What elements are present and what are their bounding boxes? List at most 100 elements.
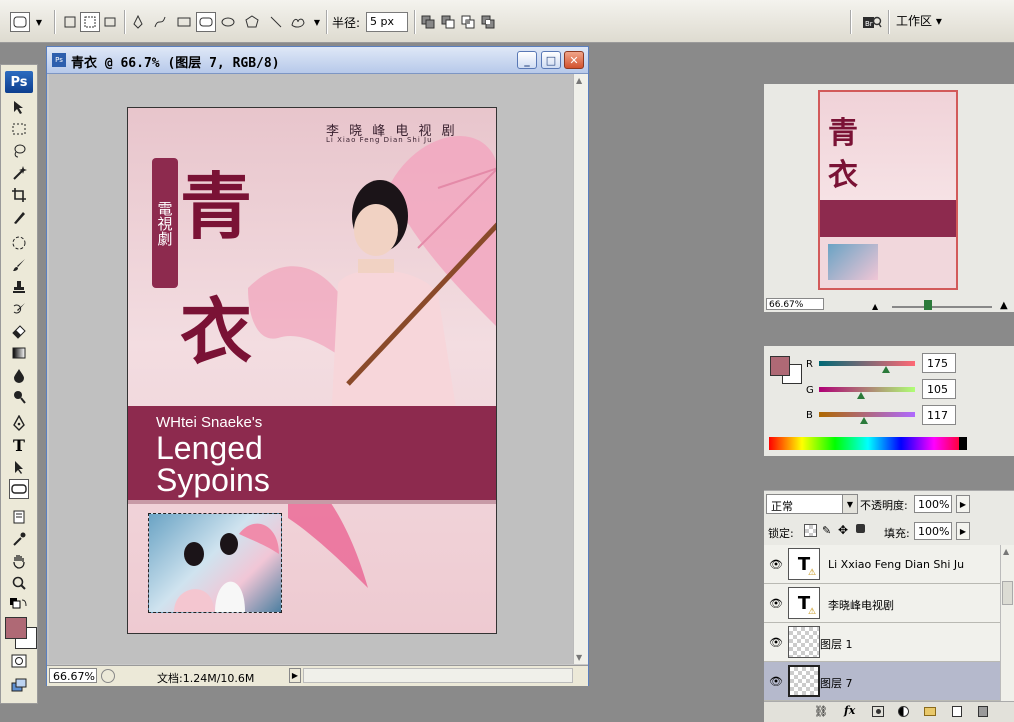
subtract-shape-area-icon[interactable]	[438, 12, 458, 32]
maximize-button[interactable]: □	[541, 51, 561, 69]
foreground-color-swatch[interactable]	[770, 356, 790, 376]
gradient-tool-icon[interactable]	[9, 343, 29, 363]
layer-row[interactable]: 👁 T ⚠ Li Xxiao Feng Dian Shi Ju	[764, 545, 1000, 584]
blend-mode-select[interactable]: 正常 ▼	[766, 494, 858, 514]
status-menu-arrow[interactable]: ▶	[289, 668, 301, 683]
lock-transparent-pixels-icon[interactable]	[804, 524, 817, 537]
line-shape-icon[interactable]	[266, 12, 286, 32]
blue-value-input[interactable]: 117	[922, 405, 956, 425]
status-info-icon[interactable]	[101, 669, 115, 683]
pen-tool-icon[interactable]	[128, 12, 148, 32]
link-layers-icon[interactable]: ⛓	[814, 705, 828, 718]
layer-row[interactable]: 👁 图层 1	[764, 623, 1000, 662]
path-pen-tool-icon[interactable]	[9, 413, 29, 433]
spectrum-black-swatch[interactable]	[959, 437, 967, 450]
radius-input[interactable]: 5 px	[366, 12, 408, 32]
workspace-menu-button[interactable]: 工作区 ▾	[896, 12, 958, 32]
lock-position-icon[interactable]: ✥	[838, 523, 848, 537]
scroll-down-arrow[interactable]: ▼	[576, 653, 582, 662]
navigator-preview[interactable]: 青 衣	[818, 90, 958, 290]
lock-all-icon[interactable]	[856, 524, 865, 533]
move-tool-icon[interactable]	[9, 97, 29, 117]
trash-icon[interactable]	[978, 706, 988, 717]
screen-mode-icon[interactable]	[9, 675, 29, 695]
new-group-folder-icon[interactable]	[924, 707, 936, 716]
paths-icon[interactable]	[80, 12, 100, 32]
layer-row[interactable]: 👁 T ⚠ 李晓峰电视剧	[764, 584, 1000, 623]
dodge-tool-icon[interactable]	[9, 387, 29, 407]
horizontal-scrollbar[interactable]	[303, 668, 573, 683]
new-layer-icon[interactable]	[952, 706, 962, 717]
red-slider-thumb[interactable]	[882, 366, 890, 373]
fill-input[interactable]: 100%	[914, 522, 952, 540]
rounded-rectangle-shape-icon[interactable]	[196, 12, 216, 32]
blue-slider-thumb[interactable]	[860, 417, 868, 424]
document-title-bar[interactable]: Ps 青衣 @ 66.7% (图层 7, RGB/8) _ □ ✕	[47, 47, 588, 74]
preset-dropdown-arrow[interactable]: ▼	[32, 12, 46, 32]
red-value-input[interactable]: 175	[922, 353, 956, 373]
zoom-in-icon[interactable]: ▲	[1000, 300, 1008, 311]
blur-tool-icon[interactable]	[9, 365, 29, 385]
layer-row-selected[interactable]: 👁 图层 7	[764, 662, 1000, 701]
healing-brush-tool-icon[interactable]	[9, 233, 29, 253]
exclude-overlapping-icon[interactable]	[478, 12, 498, 32]
eye-icon[interactable]: 👁	[768, 557, 784, 571]
rounded-rectangle-tool-icon[interactable]	[9, 479, 29, 499]
default-colors-icon[interactable]	[9, 595, 29, 615]
scroll-up-arrow[interactable]: ▲	[576, 76, 582, 85]
brush-tool-icon[interactable]	[9, 255, 29, 275]
photoshop-logo[interactable]: Ps	[5, 71, 33, 93]
green-channel-slider[interactable]	[819, 387, 915, 392]
hand-tool-icon[interactable]	[9, 551, 29, 571]
eraser-tool-icon[interactable]	[9, 321, 29, 341]
lasso-tool-icon[interactable]	[9, 141, 29, 161]
layer-mask-icon[interactable]	[872, 706, 884, 717]
magic-wand-tool-icon[interactable]	[9, 163, 29, 183]
green-value-input[interactable]: 105	[922, 379, 956, 399]
layers-scrollbar[interactable]: ▲	[1000, 545, 1014, 705]
zoom-slider[interactable]	[892, 306, 992, 308]
minimize-button[interactable]: _	[517, 51, 537, 69]
layer-style-icon[interactable]: fx	[844, 704, 855, 717]
add-to-shape-area-icon[interactable]	[418, 12, 438, 32]
scroll-thumb[interactable]	[1002, 581, 1013, 605]
fill-slider-button[interactable]: ▶	[956, 522, 970, 540]
zoom-slider-thumb[interactable]	[924, 300, 932, 310]
opacity-input[interactable]: 100%	[914, 495, 952, 513]
custom-shape-icon[interactable]	[288, 12, 308, 32]
vertical-scrollbar[interactable]: ▲ ▼	[573, 74, 588, 664]
lock-image-pixels-icon[interactable]: ✎	[822, 524, 831, 537]
green-slider-thumb[interactable]	[857, 392, 865, 399]
opacity-slider-button[interactable]: ▶	[956, 495, 970, 513]
zoom-tool-icon[interactable]	[9, 573, 29, 593]
polygon-shape-icon[interactable]	[242, 12, 262, 32]
clone-stamp-tool-icon[interactable]	[9, 277, 29, 297]
zoom-out-icon[interactable]: ▲	[872, 302, 878, 311]
slice-tool-icon[interactable]	[9, 207, 29, 227]
bridge-browser-icon[interactable]: Br	[860, 12, 884, 32]
marquee-tool-icon[interactable]	[9, 119, 29, 139]
adjustment-layer-icon[interactable]	[898, 706, 909, 717]
history-brush-tool-icon[interactable]	[9, 299, 29, 319]
red-channel-slider[interactable]	[819, 361, 915, 366]
crop-tool-icon[interactable]	[9, 185, 29, 205]
rectangle-shape-icon[interactable]	[174, 12, 194, 32]
notes-tool-icon[interactable]	[9, 507, 29, 527]
scroll-up-arrow[interactable]: ▲	[1003, 547, 1009, 556]
close-button[interactable]: ✕	[564, 51, 584, 69]
tool-preset-picker[interactable]	[10, 12, 30, 32]
color-spectrum-ramp[interactable]	[769, 437, 967, 450]
eyedropper-tool-icon[interactable]	[9, 529, 29, 549]
freeform-pen-icon[interactable]	[150, 12, 170, 32]
quick-mask-icon[interactable]	[9, 651, 29, 671]
type-tool-icon[interactable]: T	[9, 435, 29, 455]
zoom-field[interactable]: 66.67%	[49, 668, 97, 683]
custom-shape-dropdown[interactable]: ▼	[310, 12, 324, 32]
path-selection-tool-icon[interactable]	[9, 457, 29, 477]
fill-pixels-icon[interactable]	[100, 12, 120, 32]
intersect-shape-areas-icon[interactable]	[458, 12, 478, 32]
canvas-area[interactable]: 李 晓 峰 电 视 剧 Li Xiao Feng Dian Shi Ju 電視劇…	[49, 74, 573, 664]
eye-icon[interactable]: 👁	[768, 674, 784, 688]
eye-icon[interactable]: 👁	[768, 596, 784, 610]
chevron-down-icon[interactable]: ▼	[842, 495, 857, 513]
